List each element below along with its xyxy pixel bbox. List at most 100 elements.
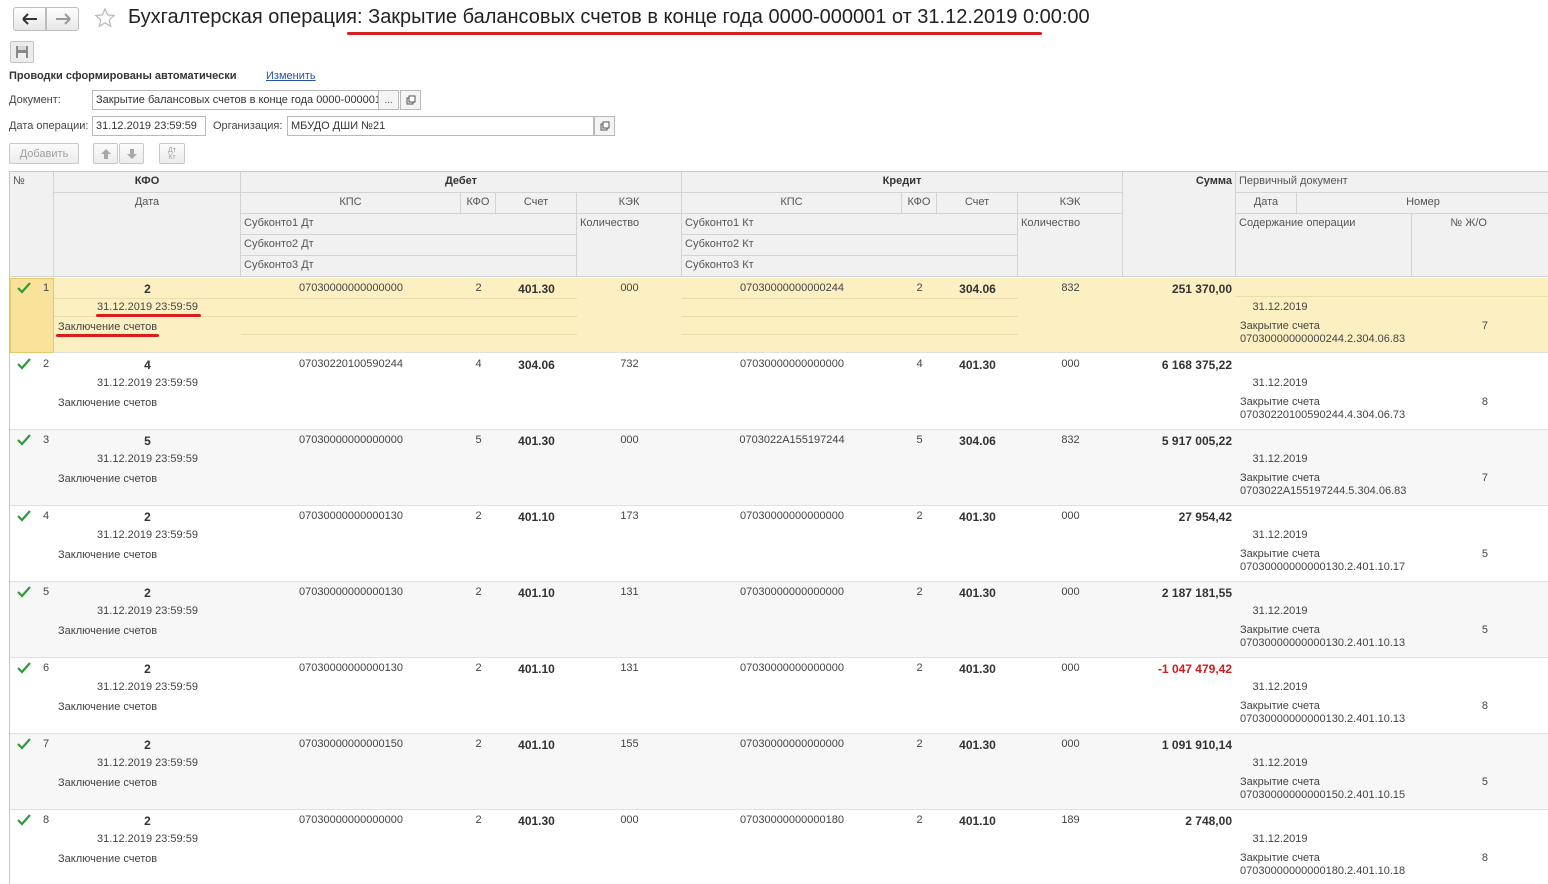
document-field[interactable]: Закрытие балансовых счетов в конце года … [92, 90, 379, 110]
row-credit-kfo: 5 [916, 434, 923, 446]
auto-generated-note: Проводки сформированы автоматически [9, 70, 237, 82]
entries-table[interactable]: № КФО Дата Дебет КПС КФО Счет КЭК Субкон… [9, 171, 1548, 884]
save-button[interactable] [10, 41, 34, 63]
header-debit-account[interactable]: Счет [496, 193, 577, 214]
row-debit-kps: 07030000000000000 [298, 282, 403, 294]
header-primary-date[interactable]: Дата [1236, 193, 1297, 214]
row-sum: 5 917 005,22 [1161, 434, 1232, 448]
row-journal: 7 [1481, 320, 1488, 332]
header-debit-qty[interactable]: Количество [577, 214, 682, 277]
back-button[interactable] [13, 7, 46, 31]
table-row[interactable]: 1 2 31.12.2019 23:59:59 Заключение счетов 07… [10, 278, 1548, 353]
header-sub2-dt[interactable]: Субконто2 Дт [241, 235, 577, 256]
header-kfo[interactable]: КФО [54, 172, 241, 193]
row-credit-account: 401.30 [959, 586, 996, 600]
table-row[interactable]: 3 5 31.12.2019 23:59:59 Заключение счетов 07… [10, 430, 1548, 506]
header-sub3-kt[interactable]: Субконто3 Кт [682, 256, 1018, 277]
row-debit-kps: 07030000000000000 [298, 814, 403, 826]
row-journal: 8 [1481, 852, 1488, 864]
table-row[interactable]: 6 2 31.12.2019 23:59:59 Заключение счетов 07… [10, 658, 1548, 734]
header-sub2-kt[interactable]: Субконто2 Кт [682, 235, 1018, 256]
header-credit-qty[interactable]: Количество [1018, 214, 1123, 277]
header-sub1-dt[interactable]: Субконто1 Дт [241, 214, 577, 235]
row-journal: 5 [1481, 624, 1488, 636]
check-icon [17, 510, 31, 522]
date-label: Дата операции: [9, 120, 89, 132]
add-button[interactable]: Добавить [9, 143, 79, 164]
header-debit-kps[interactable]: КПС [241, 193, 461, 214]
change-link[interactable]: Изменить [266, 70, 316, 82]
row-debit-account: 401.10 [518, 510, 555, 524]
row-description: Заключение счетов [58, 397, 158, 409]
row-content-line2: 07030000000000180.2.401.10.18 [1240, 865, 1406, 877]
row-primary-date: 31.12.2019 [1252, 833, 1308, 845]
row-debit-kps: 07030000000000130 [298, 586, 403, 598]
row-journal: 8 [1481, 396, 1488, 408]
row-content-line2: 07030000000000130.2.401.10.13 [1240, 637, 1406, 649]
header-num[interactable]: № [10, 172, 54, 277]
row-debit-account: 304.06 [518, 358, 555, 372]
row-debit-kps: 07030000000000150 [298, 738, 403, 750]
row-credit-kps: 0703022A155197244 [739, 434, 845, 446]
check-icon [17, 282, 31, 294]
row-debit-kfo: 4 [475, 358, 482, 370]
header-journal[interactable]: № Ж/О [1412, 214, 1548, 277]
row-debit-kfo: 2 [475, 738, 482, 750]
row-sum: 27 954,42 [1178, 510, 1232, 524]
row-credit-account: 304.06 [959, 434, 996, 448]
header-credit-kfo[interactable]: КФО [902, 193, 937, 214]
table-row[interactable]: 2 4 31.12.2019 23:59:59 Заключение счетов 07… [10, 354, 1548, 430]
move-down-button[interactable] [119, 143, 144, 164]
row-debit-account: 401.10 [518, 662, 555, 676]
row-journal: 7 [1481, 472, 1488, 484]
organization-label: Организация: [213, 120, 283, 132]
move-up-button[interactable] [93, 143, 118, 164]
row-sum: 2 187 181,55 [1161, 586, 1232, 600]
star-icon[interactable] [94, 7, 116, 29]
row-content-line1: Закрытие счета [1240, 396, 1320, 408]
row-credit-kfo: 2 [916, 282, 923, 294]
table-row[interactable]: 8 2 31.12.2019 23:59:59 Заключение счетов 07… [10, 810, 1548, 884]
header-debit-kfo[interactable]: КФО [461, 193, 496, 214]
forward-button[interactable] [46, 7, 79, 31]
sort-dt-kt-button[interactable]: Дт Кт [159, 143, 185, 164]
row-number: 5 [43, 586, 50, 598]
header-credit-kek[interactable]: КЭК [1018, 193, 1123, 214]
table-row[interactable]: 7 2 31.12.2019 23:59:59 Заключение счетов 07… [10, 734, 1548, 810]
date-field[interactable]: 31.12.2019 23:59:59 [92, 116, 206, 136]
row-debit-kfo: 2 [475, 586, 482, 598]
check-icon [17, 586, 31, 598]
row-debit-kfo: 2 [475, 510, 482, 522]
row-description: Заключение счетов [58, 701, 158, 713]
table-row[interactable]: 5 2 31.12.2019 23:59:59 Заключение счетов 07… [10, 582, 1548, 658]
row-credit-kfo: 2 [916, 586, 923, 598]
row-description: Заключение счетов [58, 549, 158, 561]
back-arrow-icon [21, 13, 37, 25]
row-content-line2: 0703022A155197244.5.304.06.83 [1240, 485, 1407, 497]
row-number: 3 [43, 434, 50, 446]
table-row[interactable]: 4 2 31.12.2019 23:59:59 Заключение счетов 07… [10, 506, 1548, 582]
row-debit-kps: 07030000000000130 [298, 510, 403, 522]
annotation-underline [96, 314, 201, 317]
organization-open-button[interactable] [594, 116, 615, 136]
row-content-line1: Закрытие счета [1240, 852, 1320, 864]
row-kfo: 2 [144, 282, 151, 296]
row-number: 4 [43, 510, 50, 522]
header-sum[interactable]: Сумма [1123, 172, 1236, 277]
row-debit-kps: 07030000000000000 [298, 434, 403, 446]
row-debit-kek: 131 [620, 662, 639, 674]
header-sub1-kt[interactable]: Субконто1 Кт [682, 214, 1018, 235]
header-sub3-dt[interactable]: Субконто3 Дт [241, 256, 577, 277]
row-content-line2: 07030000000000130.2.401.10.17 [1240, 561, 1406, 573]
header-debit-kek[interactable]: КЭК [577, 193, 682, 214]
document-select-button[interactable]: ... [378, 90, 399, 110]
header-date[interactable]: Дата [54, 193, 241, 277]
organization-field[interactable]: МБУДО ДШИ №21 [287, 116, 594, 136]
header-credit-account[interactable]: Счет [937, 193, 1018, 214]
row-date: 31.12.2019 23:59:59 [97, 833, 198, 845]
header-content[interactable]: Содержание операции [1236, 214, 1412, 277]
document-open-button[interactable] [400, 90, 421, 110]
header-credit-kps[interactable]: КПС [682, 193, 902, 214]
annotation-underline [56, 334, 159, 337]
header-primary-number[interactable]: Номер [1297, 193, 1548, 214]
